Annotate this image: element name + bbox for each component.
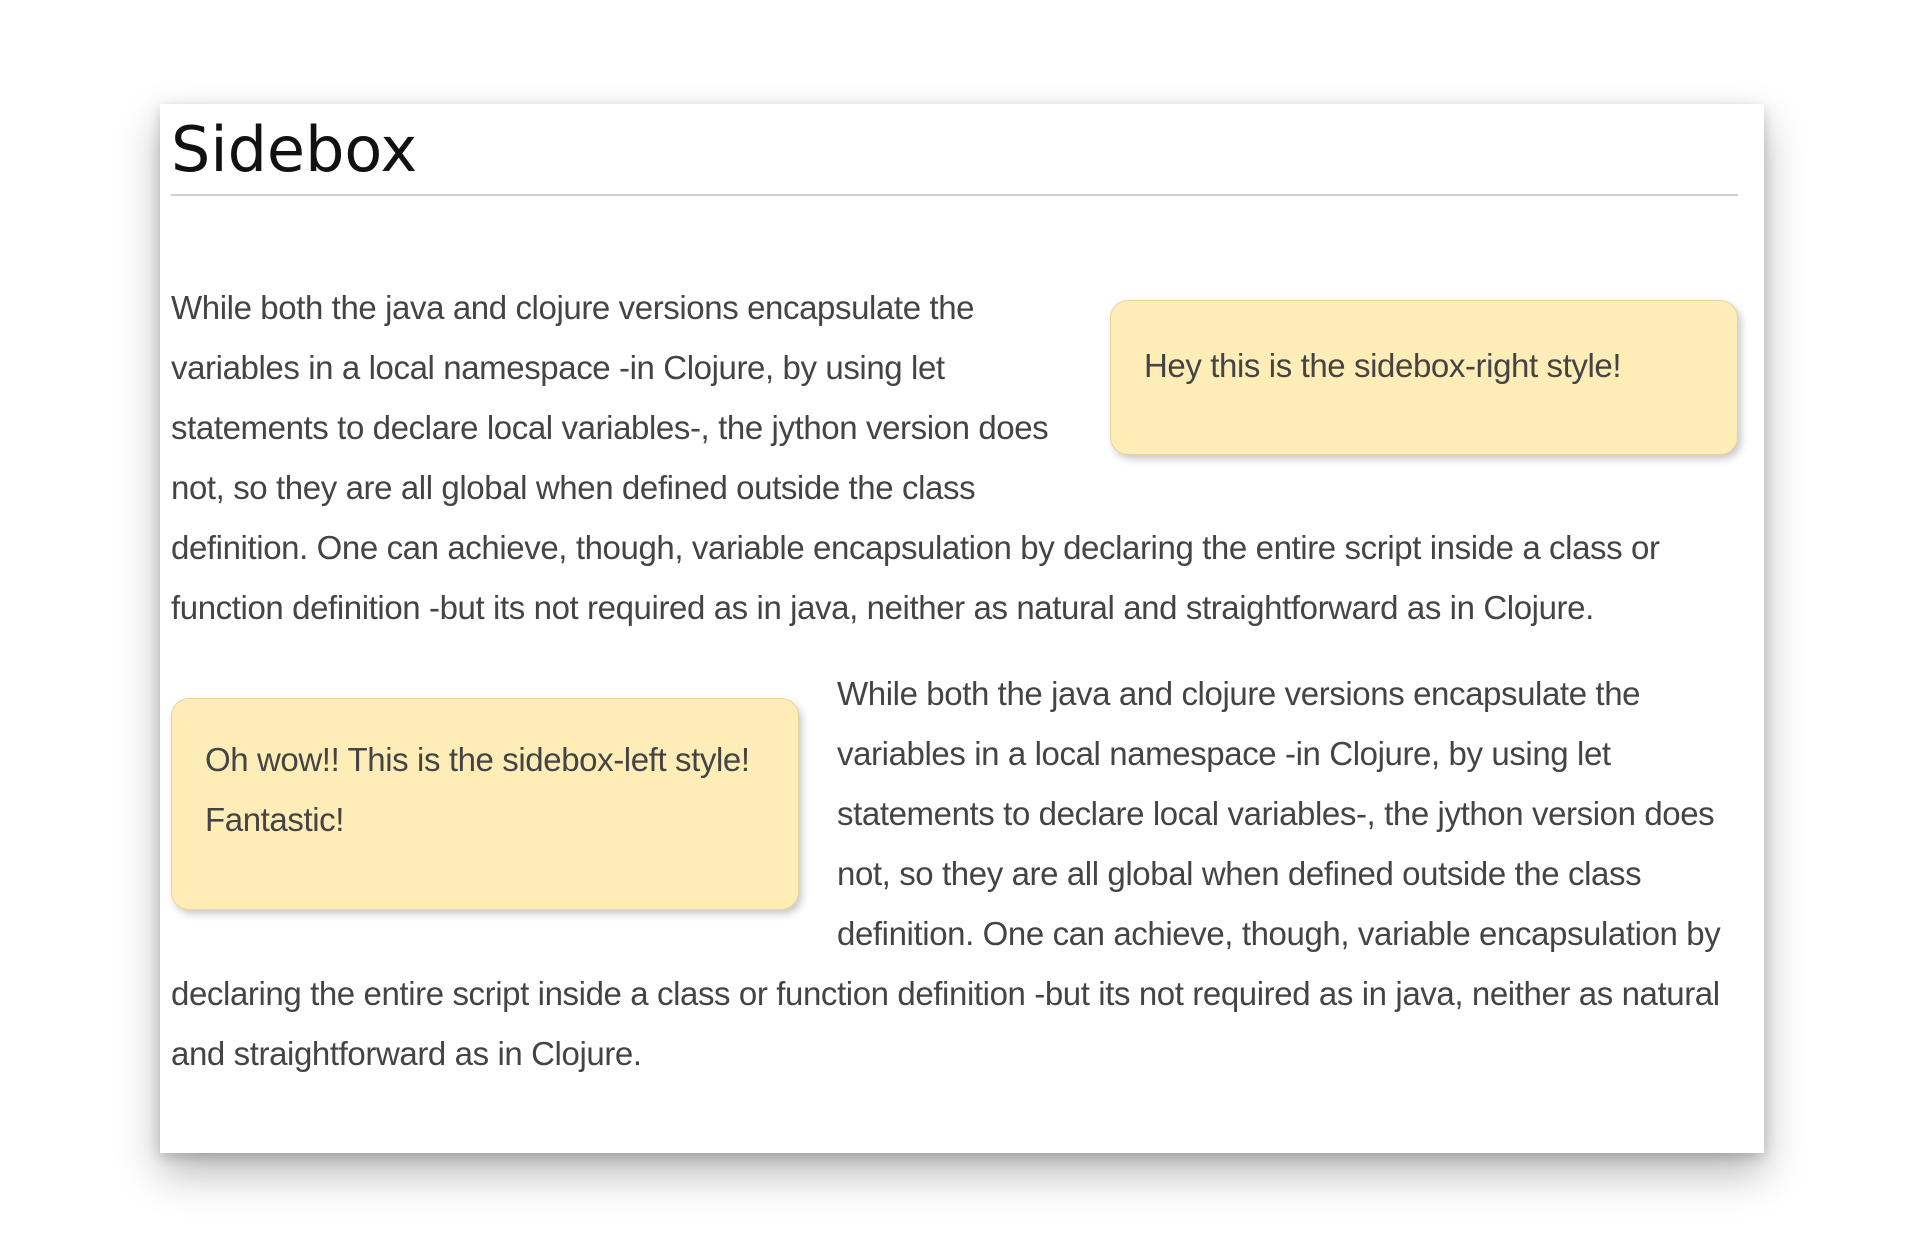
content-card: Sidebox Hey this is the sidebox-right st… [160,104,1764,1153]
sidebox-right: Hey this is the sidebox-right style! [1110,300,1738,455]
section-right-sidebox: Hey this is the sidebox-right style! Whi… [171,278,1738,638]
section-left-sidebox: Oh wow!! This is the sidebox-left style!… [171,664,1738,1084]
sidebox-left: Oh wow!! This is the sidebox-left style!… [171,698,799,910]
sidebox-left-text: Oh wow!! This is the sidebox-left style!… [205,741,750,838]
sidebox-right-text: Hey this is the sidebox-right style! [1144,347,1622,384]
page-title: Sidebox [171,104,1738,196]
